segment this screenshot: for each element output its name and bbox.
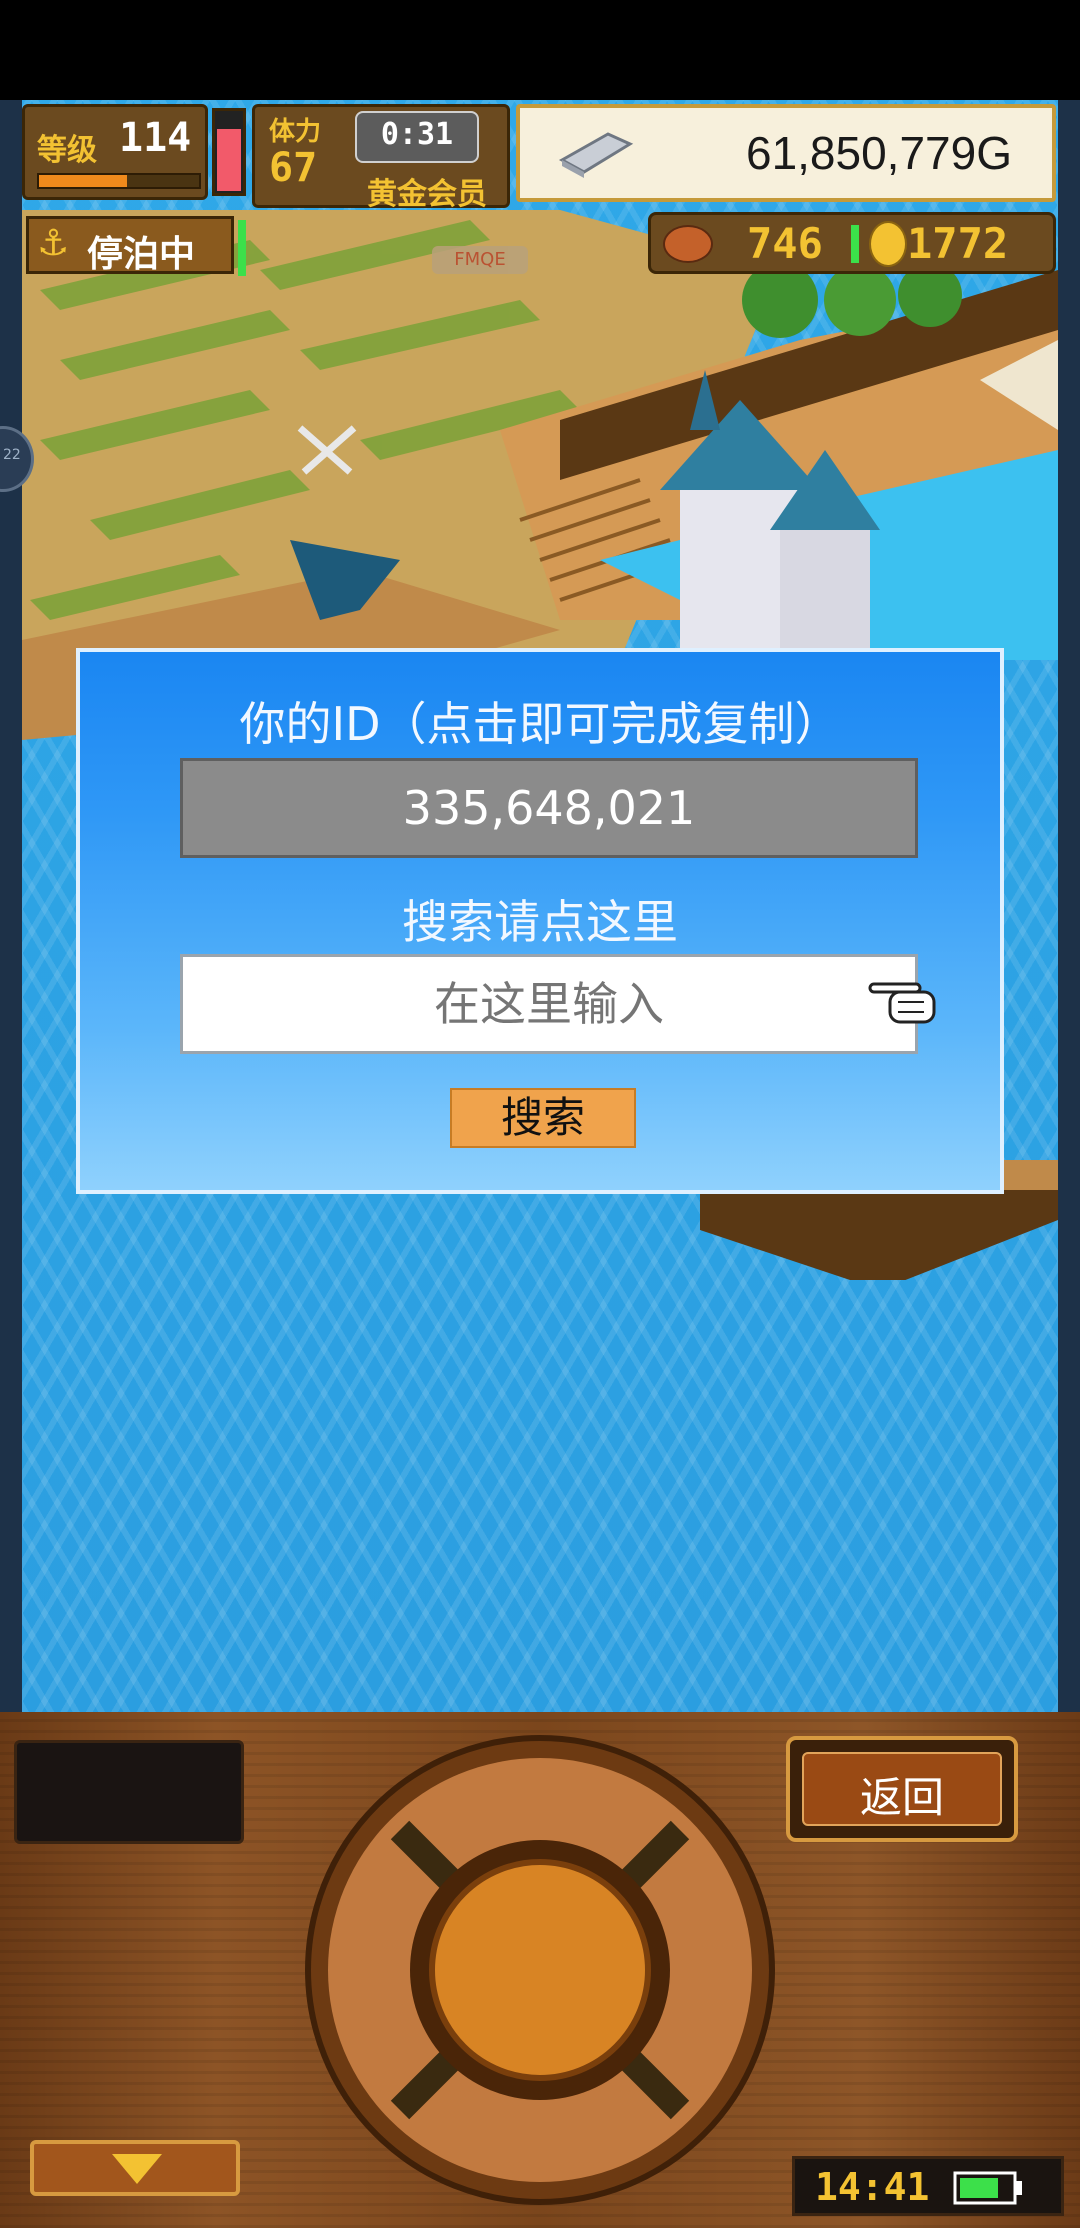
dpad[interactable] <box>290 1730 790 2210</box>
player-id-box[interactable]: 335,648,021 <box>180 758 918 858</box>
battery-icon <box>953 2171 1022 2205</box>
status-bar <box>0 0 1080 100</box>
level-panel: 等级 114 <box>22 104 208 200</box>
money-panel: 61,850,779G <box>516 104 1056 202</box>
status-indicator <box>238 220 246 276</box>
level-label: 等级 <box>37 133 97 168</box>
left-screen-slot <box>14 1740 244 1844</box>
silver-bar-icon <box>558 132 634 178</box>
down-arrow-icon <box>112 2154 162 2184</box>
clock: 14:41 <box>815 2165 930 2209</box>
stamina-gauge <box>212 108 246 196</box>
level-value: 114 <box>119 115 192 161</box>
food-count: 746 <box>747 219 823 268</box>
menu-toggle-button[interactable] <box>30 2140 240 2196</box>
status-panel: ⚓ 停泊中 <box>26 216 234 275</box>
id-search-dialog: 你的ID（点击即可完成复制） 335,648,021 搜索请点这里 搜索 <box>76 648 1004 1194</box>
pointing-hand-icon <box>868 982 936 1024</box>
exp-bar <box>37 173 201 189</box>
stamina-label: 体力 <box>269 117 322 147</box>
area-sign: FMQE <box>432 246 528 274</box>
back-button[interactable]: 返回 <box>786 1736 1018 1842</box>
stamina-panel: 体力 67 0:31 黄金会员 <box>252 104 510 212</box>
back-button-label: 返回 <box>859 1773 944 1822</box>
medal-icon <box>869 221 907 267</box>
status-label: 停泊中 <box>87 234 196 275</box>
right-frame <box>1058 100 1080 1712</box>
timer-box: 0:31 <box>355 111 479 163</box>
search-input[interactable] <box>180 954 918 1054</box>
food-icon <box>663 225 713 263</box>
swords-icon <box>297 425 357 475</box>
anchor-icon: ⚓ <box>37 223 70 264</box>
timer: 0:31 <box>380 117 454 152</box>
medal-count: 1772 <box>907 219 1009 268</box>
membership-label: 黄金会员 <box>367 177 487 212</box>
search-prompt: 搜索请点这里 <box>402 895 678 949</box>
id-title: 你的ID（点击即可完成复制） <box>239 697 841 751</box>
search-button[interactable]: 搜索 <box>450 1088 636 1148</box>
money-value: 61,850,779G <box>745 127 1012 179</box>
clock-panel: 14:41 <box>792 2156 1064 2216</box>
resource-panel: 746 1772 <box>648 212 1056 274</box>
stamina-value: 67 <box>269 145 318 191</box>
